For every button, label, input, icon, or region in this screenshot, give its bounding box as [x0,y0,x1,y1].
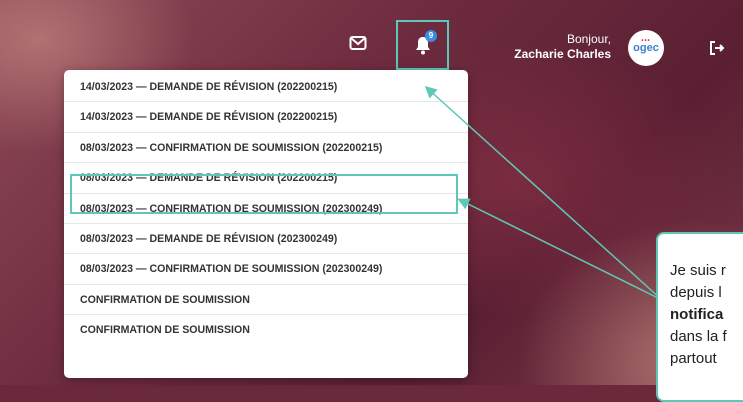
arrow-to-item [457,198,663,301]
callout-line: Je suis r [670,262,726,279]
callout-arrows [424,85,663,301]
callout-bubble: Je suis r depuis l notifica dans la f pa… [656,232,743,402]
callout-line-bold: notifica [670,306,724,323]
callout-line: dans la f [670,328,727,345]
arrow-to-bell [424,85,663,301]
callout-line: partout [670,350,717,367]
callout-line: depuis l [670,284,722,301]
